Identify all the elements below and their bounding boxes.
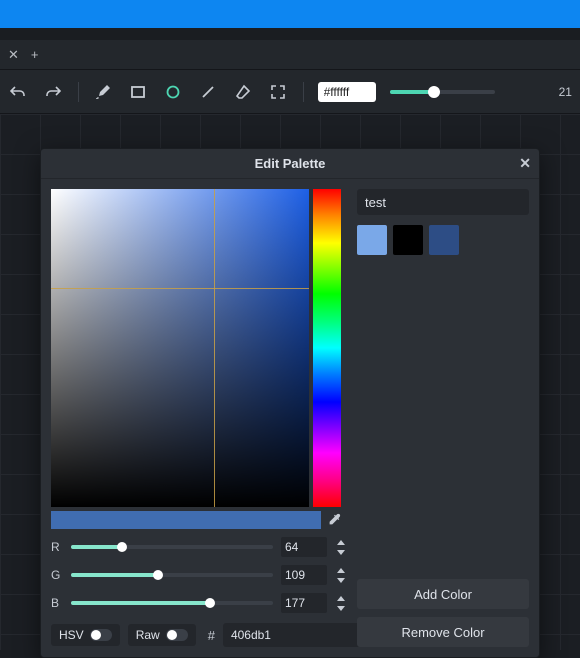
- fullscreen-icon[interactable]: [268, 80, 289, 104]
- remove-color-button[interactable]: Remove Color: [357, 617, 529, 647]
- line-icon[interactable]: [198, 80, 219, 104]
- add-color-button[interactable]: Add Color: [357, 579, 529, 609]
- swatch[interactable]: [393, 225, 423, 255]
- dialog-title: Edit Palette: [255, 156, 326, 171]
- toolbar: 21: [0, 70, 580, 114]
- swatch-list: [357, 225, 529, 255]
- g-stepper[interactable]: [335, 565, 347, 585]
- chevron-up-icon: [335, 565, 347, 575]
- r-label: R: [51, 540, 63, 554]
- raw-toggle[interactable]: Raw: [128, 624, 196, 646]
- sv-crosshair-h: [51, 288, 309, 289]
- hue-slider[interactable]: [313, 189, 341, 507]
- chevron-down-icon: [335, 575, 347, 585]
- chevron-down-icon: [335, 603, 347, 613]
- b-stepper[interactable]: [335, 593, 347, 613]
- g-label: G: [51, 568, 63, 582]
- title-bar: [0, 0, 580, 28]
- g-slider[interactable]: [71, 573, 273, 577]
- g-input[interactable]: [281, 565, 327, 585]
- palette-name-input[interactable]: [357, 189, 529, 215]
- eyedropper-icon[interactable]: [321, 511, 347, 529]
- r-slider[interactable]: [71, 545, 273, 549]
- red-row: R: [51, 537, 347, 557]
- close-icon[interactable]: ✕: [519, 155, 531, 172]
- color-picker: R G: [51, 189, 347, 647]
- r-stepper[interactable]: [335, 537, 347, 557]
- eraser-icon[interactable]: [233, 80, 254, 104]
- blue-row: B: [51, 593, 347, 613]
- dialog-title-bar: Edit Palette ✕: [41, 149, 539, 179]
- color-preview: [51, 511, 321, 529]
- chevron-down-icon: [335, 547, 347, 557]
- swatch[interactable]: [429, 225, 459, 255]
- raw-label: Raw: [136, 628, 160, 642]
- brush-icon[interactable]: [93, 80, 114, 104]
- toolbar-divider: [78, 82, 79, 102]
- tab-close-icon[interactable]: ✕: [8, 47, 19, 63]
- hsv-label: HSV: [59, 628, 84, 642]
- edit-palette-dialog: Edit Palette ✕ R: [40, 148, 540, 658]
- tab-row: ✕ +: [0, 40, 580, 70]
- hash-label: #: [208, 628, 215, 643]
- toolbar-divider: [303, 82, 304, 102]
- b-input[interactable]: [281, 593, 327, 613]
- r-input[interactable]: [281, 537, 327, 557]
- undo-icon[interactable]: [8, 80, 29, 104]
- circle-icon[interactable]: [163, 80, 184, 104]
- hsv-toggle[interactable]: HSV: [51, 624, 120, 646]
- window-area: ✕ + 21: [0, 40, 580, 650]
- saturation-value-plane[interactable]: [51, 189, 309, 507]
- tab-add-icon[interactable]: +: [31, 47, 39, 62]
- redo-icon[interactable]: [43, 80, 64, 104]
- rectangle-icon[interactable]: [128, 80, 149, 104]
- thickness-thumb[interactable]: [428, 86, 440, 98]
- chevron-up-icon: [335, 537, 347, 547]
- sv-crosshair-v: [214, 189, 215, 507]
- swatch[interactable]: [357, 225, 387, 255]
- palette-panel: Add Color Remove Color: [357, 189, 529, 647]
- chevron-up-icon: [335, 593, 347, 603]
- mode-row: HSV Raw #: [51, 623, 347, 647]
- green-row: G: [51, 565, 347, 585]
- thickness-value: 21: [559, 85, 572, 99]
- dialog-body: R G: [41, 179, 539, 657]
- b-label: B: [51, 596, 63, 610]
- toolbar-hex-input[interactable]: [318, 82, 376, 102]
- thickness-slider[interactable]: [390, 90, 495, 94]
- b-slider[interactable]: [71, 601, 273, 605]
